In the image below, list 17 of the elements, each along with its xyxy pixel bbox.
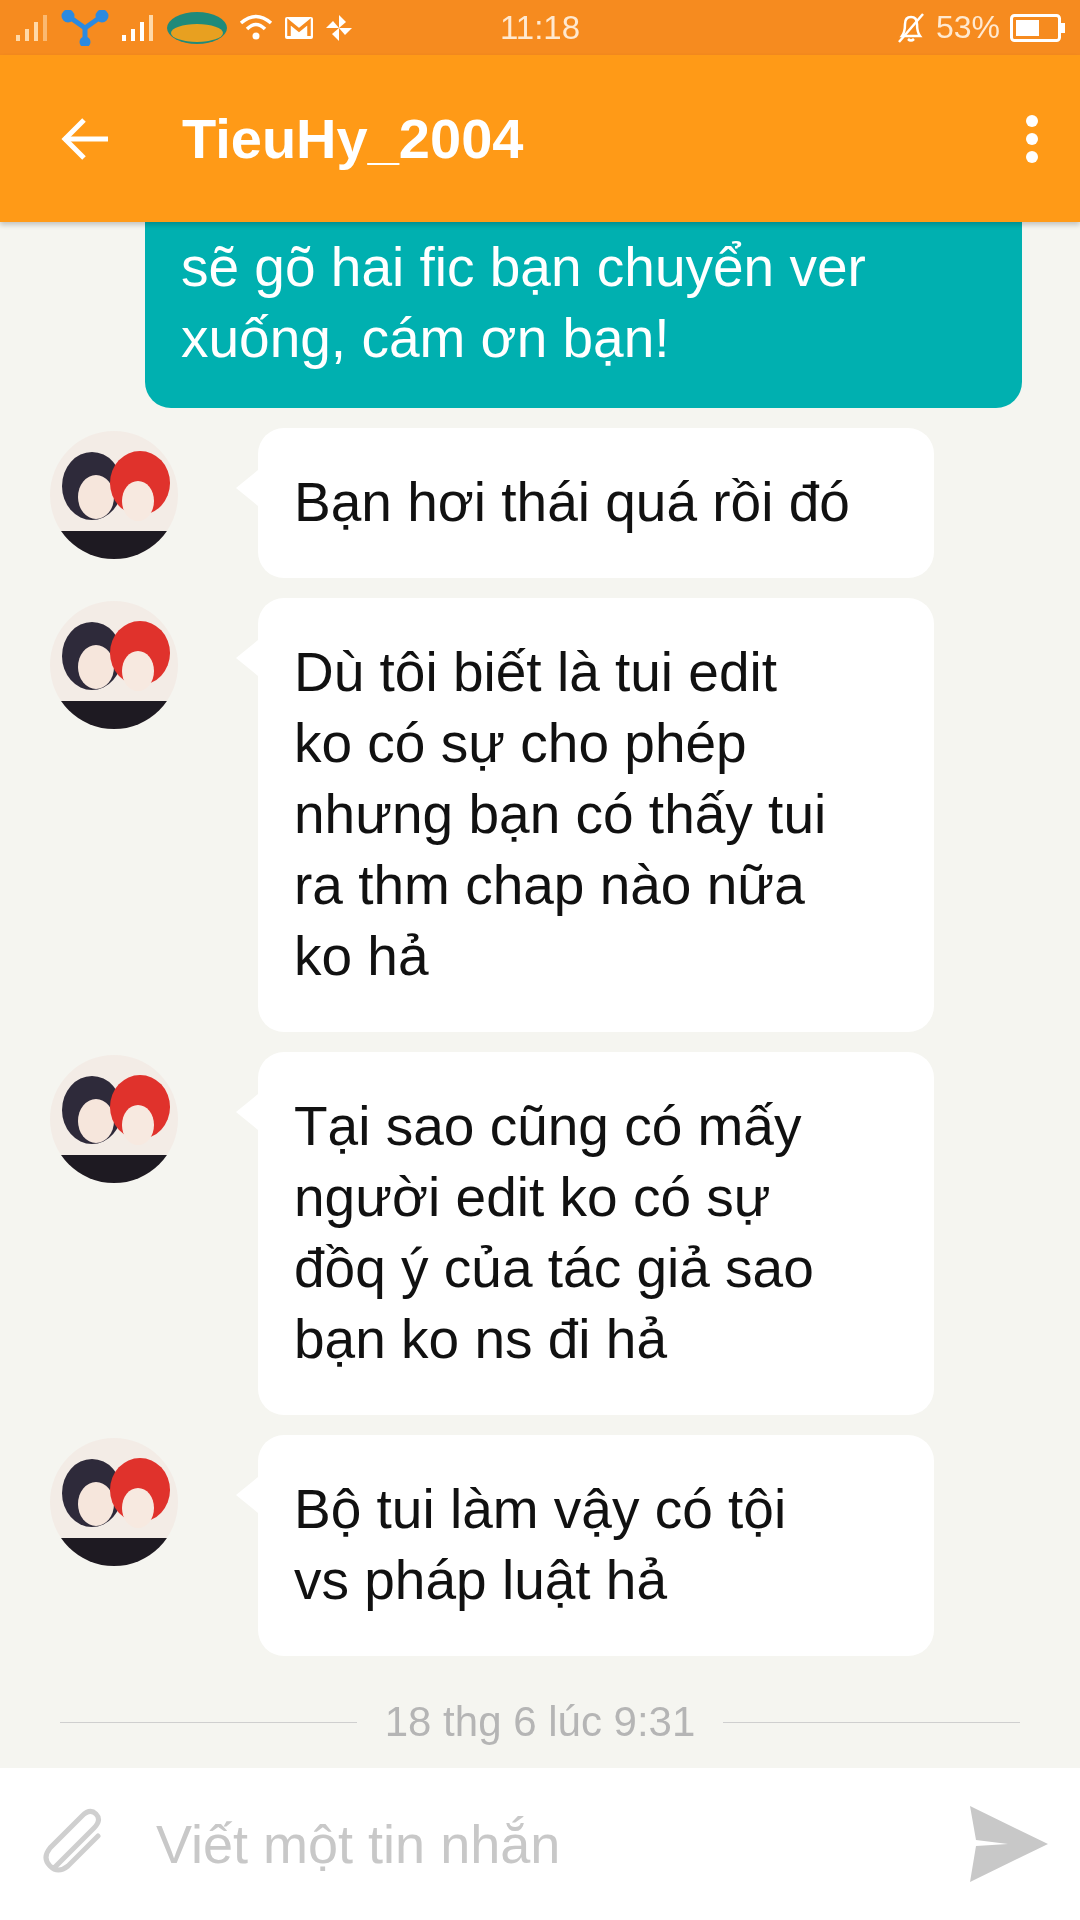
pinwheel-icon [324,12,354,43]
sent-message: sẽ gõ hai fic bạn chuyển ver xuống, cám ơn bạn! [145,222,1022,408]
battery-icon [1010,13,1066,42]
signal-icon [120,12,156,43]
date-separator: 18 thg 6 lúc 9:31 [384,1698,696,1746]
chat-title: TieuHy_2004 [182,106,525,171]
carrier-logo-icon [166,10,228,45]
battery-percent: 53% [935,9,1000,46]
signal-icon [14,12,50,43]
received-message: Dù tôi biết là tui edit ko có sự cho phép nhưng bạn có thấy tui ra thm chap nào nữa ko hả [258,598,934,1032]
bell-off-icon [895,11,926,44]
network-icon [60,9,110,46]
received-message: Bộ tui làm vậy có tội vs pháp luật hả [258,1435,934,1656]
received-message: Tại sao cũng có mấy người edit ko có sự đồq ý của tác giả sao bạn ko ns đi hả [258,1052,934,1415]
mail-icon [284,15,314,40]
received-message: Bạn hơi thái quá rồi đó [258,428,934,578]
status-time: 11:18 [499,8,581,47]
